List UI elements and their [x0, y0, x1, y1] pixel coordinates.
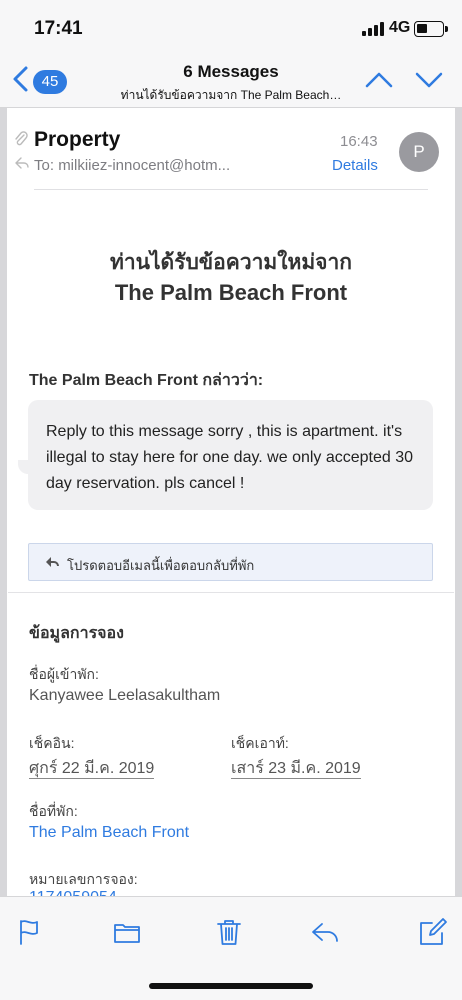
reply-arrow-icon: [46, 557, 59, 567]
battery-icon: [414, 21, 448, 37]
checkout-label: เช็คเอาท์:: [231, 735, 289, 751]
compose-icon[interactable]: [418, 917, 448, 947]
message-time: 16:43: [340, 133, 378, 150]
reply-prompt-bar[interactable]: โปรดตอบอีเมลนี้เพื่อตอบกลับที่พัก: [28, 543, 433, 581]
body-divider: [8, 592, 454, 593]
property-label: ชื่อที่พัก:: [29, 803, 78, 819]
thread-left-edge: [0, 108, 7, 896]
message-subject: Property: [34, 128, 121, 151]
trash-icon[interactable]: [214, 917, 244, 947]
back-count-badge[interactable]: 45: [33, 70, 67, 94]
recipient-line: To: milkiiez-innocent@hotm...: [34, 157, 230, 174]
recipient-address[interactable]: milkiiez-innocent@hotm...: [58, 157, 230, 174]
guest-label: ชื่อผู้เข้าพัก:: [29, 666, 99, 682]
replied-icon: [15, 157, 29, 169]
property-link[interactable]: The Palm Beach Front: [29, 824, 189, 842]
avatar: P: [399, 132, 439, 172]
signal-icon: [362, 22, 384, 36]
flag-icon[interactable]: [16, 917, 46, 947]
chevron-down-icon[interactable]: [414, 68, 444, 92]
message-text: Reply to this message sorry , this is ap…: [46, 423, 414, 492]
nav-bar: 45 6 Messages ท่านได้รับข้อความจาก The P…: [0, 56, 462, 108]
sender-said-label: The Palm Beach Front กล่าวว่า:: [29, 372, 264, 389]
nav-subtitle: ท่านได้รับข้อความจาก The Palm Beach…: [120, 88, 342, 102]
email-heading: ท่านได้รับข้อความใหม่จาก: [110, 251, 352, 274]
status-bar: 17:41 4G: [0, 0, 462, 56]
reply-prompt-text: โปรดตอบอีเมลนี้เพื่อตอบกลับที่พัก: [67, 558, 255, 573]
checkin-value[interactable]: ศุกร์ 22 มี.ค. 2019: [29, 760, 155, 779]
reply-icon[interactable]: [310, 917, 340, 947]
chevron-up-icon[interactable]: [364, 68, 394, 92]
checkout-value[interactable]: เสาร์ 23 มี.ค. 2019: [231, 760, 361, 779]
guest-value: Kanyawee Leelasakultham: [29, 687, 221, 704]
attachment-icon: [15, 131, 28, 146]
to-label: To:: [34, 157, 55, 174]
status-time: 17:41: [34, 18, 83, 39]
folder-icon[interactable]: [112, 917, 142, 947]
battery-level: [417, 24, 427, 33]
home-indicator: [149, 983, 313, 989]
details-link[interactable]: Details: [332, 157, 378, 174]
checkin-label: เช็คอิน:: [29, 735, 75, 751]
network-label: 4G: [389, 19, 411, 36]
thread-right-edge: [455, 108, 462, 896]
booking-section-title: ข้อมูลการจอง: [29, 625, 124, 642]
booking-number-label: หมายเลขการจอง:: [29, 871, 138, 887]
nav-title: 6 Messages: [183, 62, 279, 81]
chevron-left-icon[interactable]: [10, 64, 32, 94]
email-heading-property: The Palm Beach Front: [114, 280, 348, 305]
header-divider: [34, 189, 428, 190]
